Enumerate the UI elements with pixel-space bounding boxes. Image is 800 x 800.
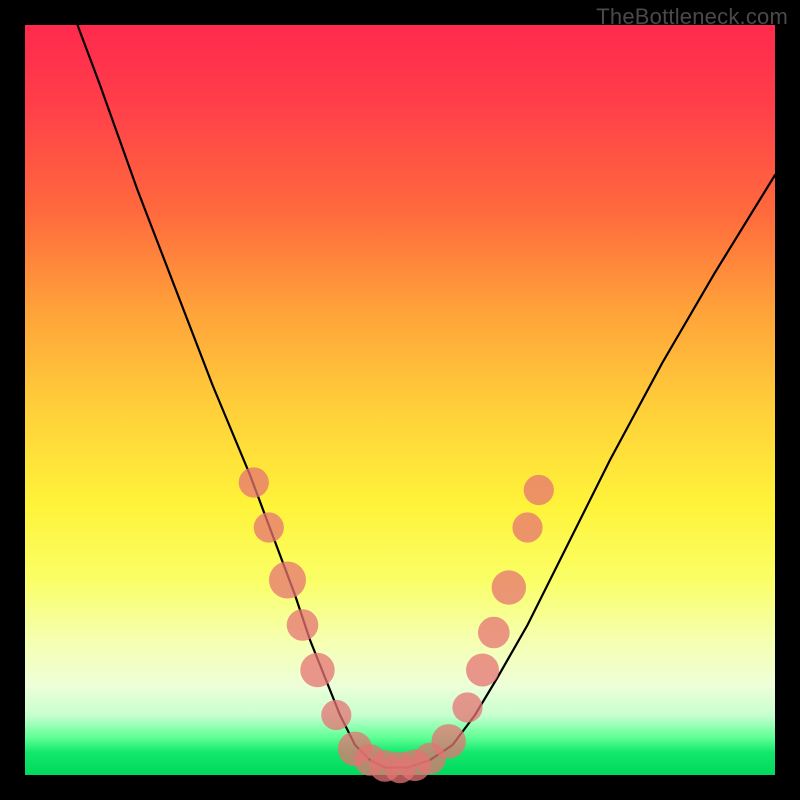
curve-marker: [512, 512, 542, 542]
chart-overlay-svg: [25, 25, 775, 775]
curve-marker: [321, 700, 351, 730]
curve-marker: [466, 654, 499, 687]
curve-marker: [239, 467, 269, 497]
chart-frame: TheBottleneck.com: [0, 0, 800, 800]
bottleneck-curve-line: [78, 25, 776, 768]
curve-marker: [452, 692, 482, 722]
curve-marker: [269, 562, 306, 599]
curve-marker: [432, 724, 466, 758]
curve-marker: [524, 475, 554, 505]
curve-markers-group: [239, 467, 554, 783]
curve-marker: [287, 609, 319, 641]
curve-marker: [492, 570, 526, 604]
curve-marker: [300, 653, 334, 687]
curve-marker: [478, 617, 510, 649]
curve-marker: [254, 512, 284, 542]
